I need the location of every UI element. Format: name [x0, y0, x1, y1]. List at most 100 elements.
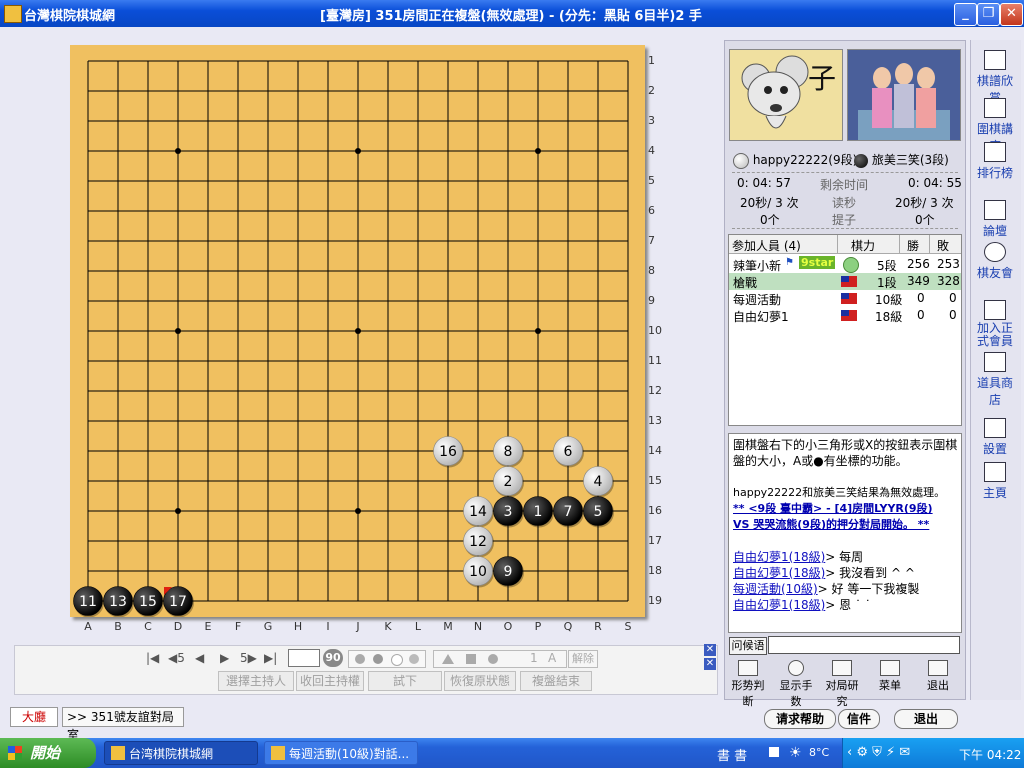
move-number: 17: [169, 594, 187, 610]
star-point: [175, 148, 181, 154]
participant-wins: 0: [917, 308, 925, 322]
system-tray: 書 書 ☀ 8°C ‹ ⚙ ⛨ ⚡ ✉ 下午 04:22: [717, 738, 1024, 768]
go-board[interactable]: 16 8 6 2 4 14 3 1 7 5 12 10 9 11 13 15 17: [70, 45, 645, 617]
move-number: 1: [534, 504, 543, 520]
quit-button[interactable]: 退出: [918, 660, 958, 693]
sidebar-item-join[interactable]: 加入正式會員: [972, 300, 1018, 348]
row-label: 7: [648, 234, 655, 247]
row-label: 17: [648, 534, 662, 547]
clock: 下午 04:22: [959, 748, 1022, 762]
close-button[interactable]: ✕: [1000, 3, 1023, 26]
smiley-icon: [984, 242, 1006, 262]
study-label: 对局研究: [825, 679, 859, 708]
window-title: [臺灣房] 351房間正在複盤(無效處理) - (分先：黑貼 6目半)2 手: [320, 9, 702, 24]
stone-option-icon: [373, 654, 383, 664]
back-button[interactable]: ◀: [195, 651, 204, 665]
start-button[interactable]: 開始: [0, 738, 96, 768]
stone-display-slider[interactable]: [348, 650, 426, 668]
taskbar-item-chat[interactable]: 每週活動(10級)對話...: [264, 741, 418, 765]
row-label: 8: [648, 264, 655, 277]
row-label: 1: [648, 54, 655, 67]
move-number: 10: [469, 564, 487, 580]
participant-losses: 0: [949, 291, 957, 305]
participant-row[interactable]: 辣筆小新 ⚑ 9star 5段 256 253: [729, 256, 961, 273]
participant-row[interactable]: 槍戰 1段 349 328: [729, 273, 961, 290]
last-move-button[interactable]: ▶|: [264, 651, 277, 665]
app-icon: [111, 746, 125, 760]
sidebar-item-forum[interactable]: 論壇: [972, 200, 1018, 239]
close-panel-icon[interactable]: ✕: [704, 644, 716, 656]
chat-sender-link[interactable]: 自由幻夢1(18級): [733, 566, 825, 580]
chat-sender-link[interactable]: 每週活動(10級): [733, 582, 818, 596]
forum-icon: [984, 200, 1006, 220]
exit-button[interactable]: 退出: [894, 709, 958, 729]
circle-icon[interactable]: [488, 654, 498, 664]
expand-panel-icon[interactable]: ✕: [704, 658, 716, 670]
star-point: [535, 328, 541, 334]
move-number-input[interactable]: [288, 649, 320, 667]
taskbar-item-app[interactable]: 台湾棋院棋城網: [104, 741, 258, 765]
row-label: 10: [648, 324, 662, 337]
sidebar-item-ranking[interactable]: 排行榜: [972, 142, 1018, 181]
title-bar: 台灣棋院棋城網 [臺灣房] 351房間正在複盤(無效處理) - (分先：黑貼 6…: [0, 0, 1024, 27]
tab-lobby[interactable]: 大廳: [10, 707, 58, 727]
participant-row[interactable]: 自由幻夢1 18級 0 0: [729, 307, 961, 324]
restore-button[interactable]: ❐: [977, 3, 1000, 26]
chat-system-message[interactable]: ** <9段 臺中霸> - [4]房間LYYR(9段): [733, 501, 933, 517]
try-move-button[interactable]: 試下: [368, 671, 442, 691]
square-icon[interactable]: [466, 654, 476, 664]
chat-input[interactable]: [768, 636, 960, 654]
chat-sender-link[interactable]: 自由幻夢1(18級): [733, 598, 825, 612]
exit-icon: [928, 660, 948, 676]
ime-icon[interactable]: 書 書: [717, 745, 747, 764]
rank-header[interactable]: 棋力: [851, 237, 875, 254]
menu-button[interactable]: 菜单: [870, 660, 910, 693]
greeting-button[interactable]: 问候语: [729, 637, 767, 655]
board-grid[interactable]: 16 8 62 414 3 1 7 51210 911 13 15 17: [70, 45, 645, 617]
podium-icon: [984, 142, 1006, 162]
row-label: 4: [648, 144, 655, 157]
sidebar-item-label: 道具商店: [976, 376, 1013, 407]
chat-system-message[interactable]: VS 哭哭流熊(9段)的押分對局開始。 **: [733, 517, 929, 533]
dismiss-button[interactable]: 解除: [568, 650, 598, 668]
chat-log[interactable]: 圍棋盤右下的小三角形或X的按鈕表示圍棋 盤的大小，A或●有坐標的功能。 happ…: [728, 433, 962, 633]
select-host-button[interactable]: 選擇主持人: [218, 671, 294, 691]
first-move-button[interactable]: |◀: [146, 651, 159, 665]
size-label-a[interactable]: A: [548, 651, 556, 665]
minimize-button[interactable]: _: [954, 3, 977, 26]
sidebar-item-home[interactable]: 主頁: [972, 462, 1018, 501]
sidebar-item-settings[interactable]: 設置: [972, 418, 1018, 457]
participant-wins: 256: [907, 257, 930, 271]
sidebar-item-shop[interactable]: 道具商店: [972, 352, 1018, 408]
sidebar-item-club[interactable]: 棋友會: [972, 242, 1018, 281]
go-badge[interactable]: 90: [323, 649, 343, 667]
end-review-button[interactable]: 複盤結束: [520, 671, 592, 691]
board-size-tools[interactable]: 1 A: [433, 650, 567, 668]
show-moves-button[interactable]: 显示手数: [776, 660, 816, 709]
column-label: A: [84, 620, 92, 633]
participant-row[interactable]: 每週活動 10級 0 0: [729, 290, 961, 307]
back-5-button[interactable]: ◀5: [168, 651, 185, 665]
revoke-host-button[interactable]: 收回主持權: [296, 671, 364, 691]
chat-sender-link[interactable]: 自由幻夢1(18級): [733, 550, 825, 564]
study-button[interactable]: 对局研究: [822, 660, 862, 709]
column-label: F: [234, 620, 242, 633]
loss-header[interactable]: 敗: [937, 237, 949, 254]
tab-room[interactable]: >> 351號友誼對局室: [62, 707, 184, 742]
svg-text:子: 子: [808, 62, 836, 95]
judge-button[interactable]: 形势判断: [728, 660, 768, 709]
ime-mode-icon[interactable]: [769, 747, 779, 757]
row-label: 6: [648, 204, 655, 217]
triangle-icon[interactable]: [442, 654, 454, 664]
participant-list[interactable]: 参加人員 (4) 棋力 勝 敗 辣筆小新 ⚑ 9star 5段 256 253 …: [728, 234, 962, 426]
mail-button[interactable]: 信件: [838, 709, 880, 729]
size-label-1[interactable]: 1: [530, 651, 538, 665]
restore-state-button[interactable]: 恢復原狀態: [444, 671, 516, 691]
byoyomi-label: 读秒: [832, 196, 857, 210]
win-header[interactable]: 勝: [907, 237, 919, 254]
tray-icons[interactable]: ‹ ⚙ ⛨ ⚡ ✉: [847, 745, 910, 760]
forward-5-button[interactable]: 5▶: [240, 651, 257, 665]
help-button[interactable]: 请求帮助: [764, 709, 836, 729]
taskbar-item-label: 台湾棋院棋城網: [129, 747, 214, 761]
forward-button[interactable]: ▶: [220, 651, 229, 665]
